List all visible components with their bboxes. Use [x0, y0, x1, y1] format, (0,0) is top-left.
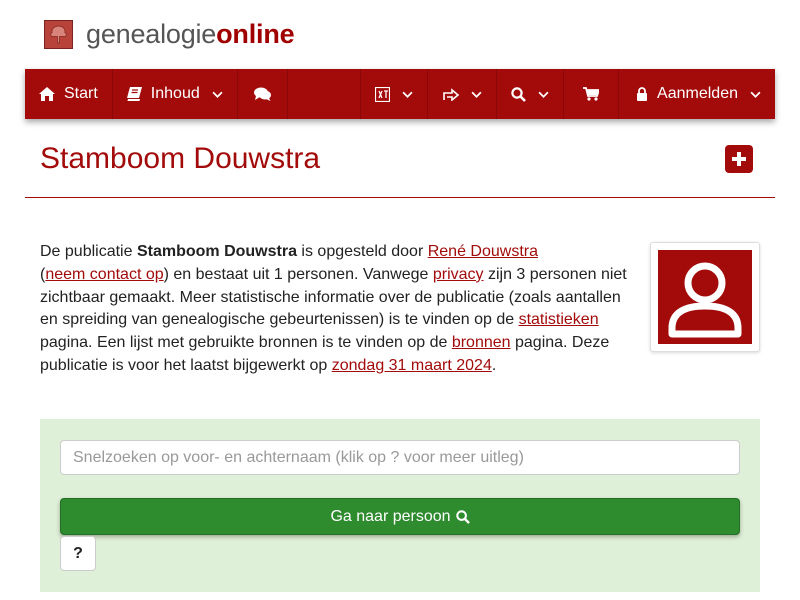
desc-text: De publicatie [40, 243, 137, 260]
user-icon [668, 262, 742, 338]
nav-contents-label: Inhoud [150, 85, 200, 102]
nav-search[interactable] [497, 69, 565, 119]
nav-language[interactable] [360, 69, 429, 119]
language-icon [375, 86, 391, 102]
author-link[interactable]: René Douwstra [428, 243, 538, 260]
statistics-link[interactable]: statistieken [519, 311, 599, 328]
tree-logo-icon [44, 19, 73, 49]
logo-text-part2: online [216, 18, 295, 49]
add-button[interactable] [725, 145, 753, 173]
cart-icon [583, 87, 600, 101]
updated-date-link[interactable]: zondag 31 maart 2024 [332, 357, 492, 374]
desc-text: is opgesteld door [296, 243, 428, 260]
site-logo[interactable]: genealogieonline [44, 18, 295, 50]
comments-icon [253, 87, 271, 101]
logo-text: genealogieonline [86, 18, 295, 50]
home-icon [39, 87, 55, 101]
desc-text: . [491, 356, 497, 374]
author-avatar-frame[interactable] [650, 242, 760, 352]
lock-icon [637, 87, 648, 101]
nav-login[interactable]: Aanmelden [619, 69, 775, 119]
chevron-down-icon [538, 91, 549, 98]
logo-text-part1: genealogie [86, 18, 217, 49]
book-icon [126, 87, 142, 101]
main-navbar: Start Inhoud Aanmelden [25, 69, 775, 119]
search-icon [455, 509, 470, 524]
nav-share[interactable] [428, 69, 498, 119]
search-help-button[interactable]: ? [60, 536, 96, 571]
desc-text: ) en bestaat uit 1 personen. Vanwege [163, 265, 433, 283]
share-icon [443, 88, 460, 101]
search-icon [511, 86, 526, 102]
go-to-person-label: Ga naar persoon [330, 507, 451, 525]
publication-name: Stamboom Douwstra [136, 243, 297, 260]
quick-search-input[interactable] [60, 440, 740, 475]
nav-login-label: Aanmelden [657, 85, 738, 102]
chevron-down-icon [212, 91, 223, 98]
title-divider [25, 197, 775, 198]
chevron-down-icon [471, 91, 482, 98]
desc-text: pagina. Een lijst met gebruikte bronnen … [40, 334, 452, 352]
chevron-down-icon [750, 91, 761, 98]
nav-contents[interactable]: Inhoud [113, 69, 238, 119]
nav-cart[interactable] [564, 69, 620, 119]
nav-chat[interactable] [238, 69, 288, 119]
quick-search-panel: Ga naar persoon ? [40, 419, 760, 592]
page-title: Stamboom Douwstra [40, 142, 321, 175]
contact-link[interactable]: neem contact op [45, 266, 163, 283]
chevron-down-icon [402, 91, 413, 98]
sources-link[interactable]: bronnen [452, 334, 511, 351]
nav-start[interactable]: Start [25, 69, 113, 119]
privacy-link[interactable]: privacy [433, 266, 484, 283]
avatar [658, 250, 752, 344]
plus-icon [732, 152, 746, 166]
go-to-person-button[interactable]: Ga naar persoon [60, 498, 740, 535]
nav-start-label: Start [64, 85, 98, 102]
publication-description: De publicatie Stamboom Douwstra is opges… [40, 241, 640, 378]
